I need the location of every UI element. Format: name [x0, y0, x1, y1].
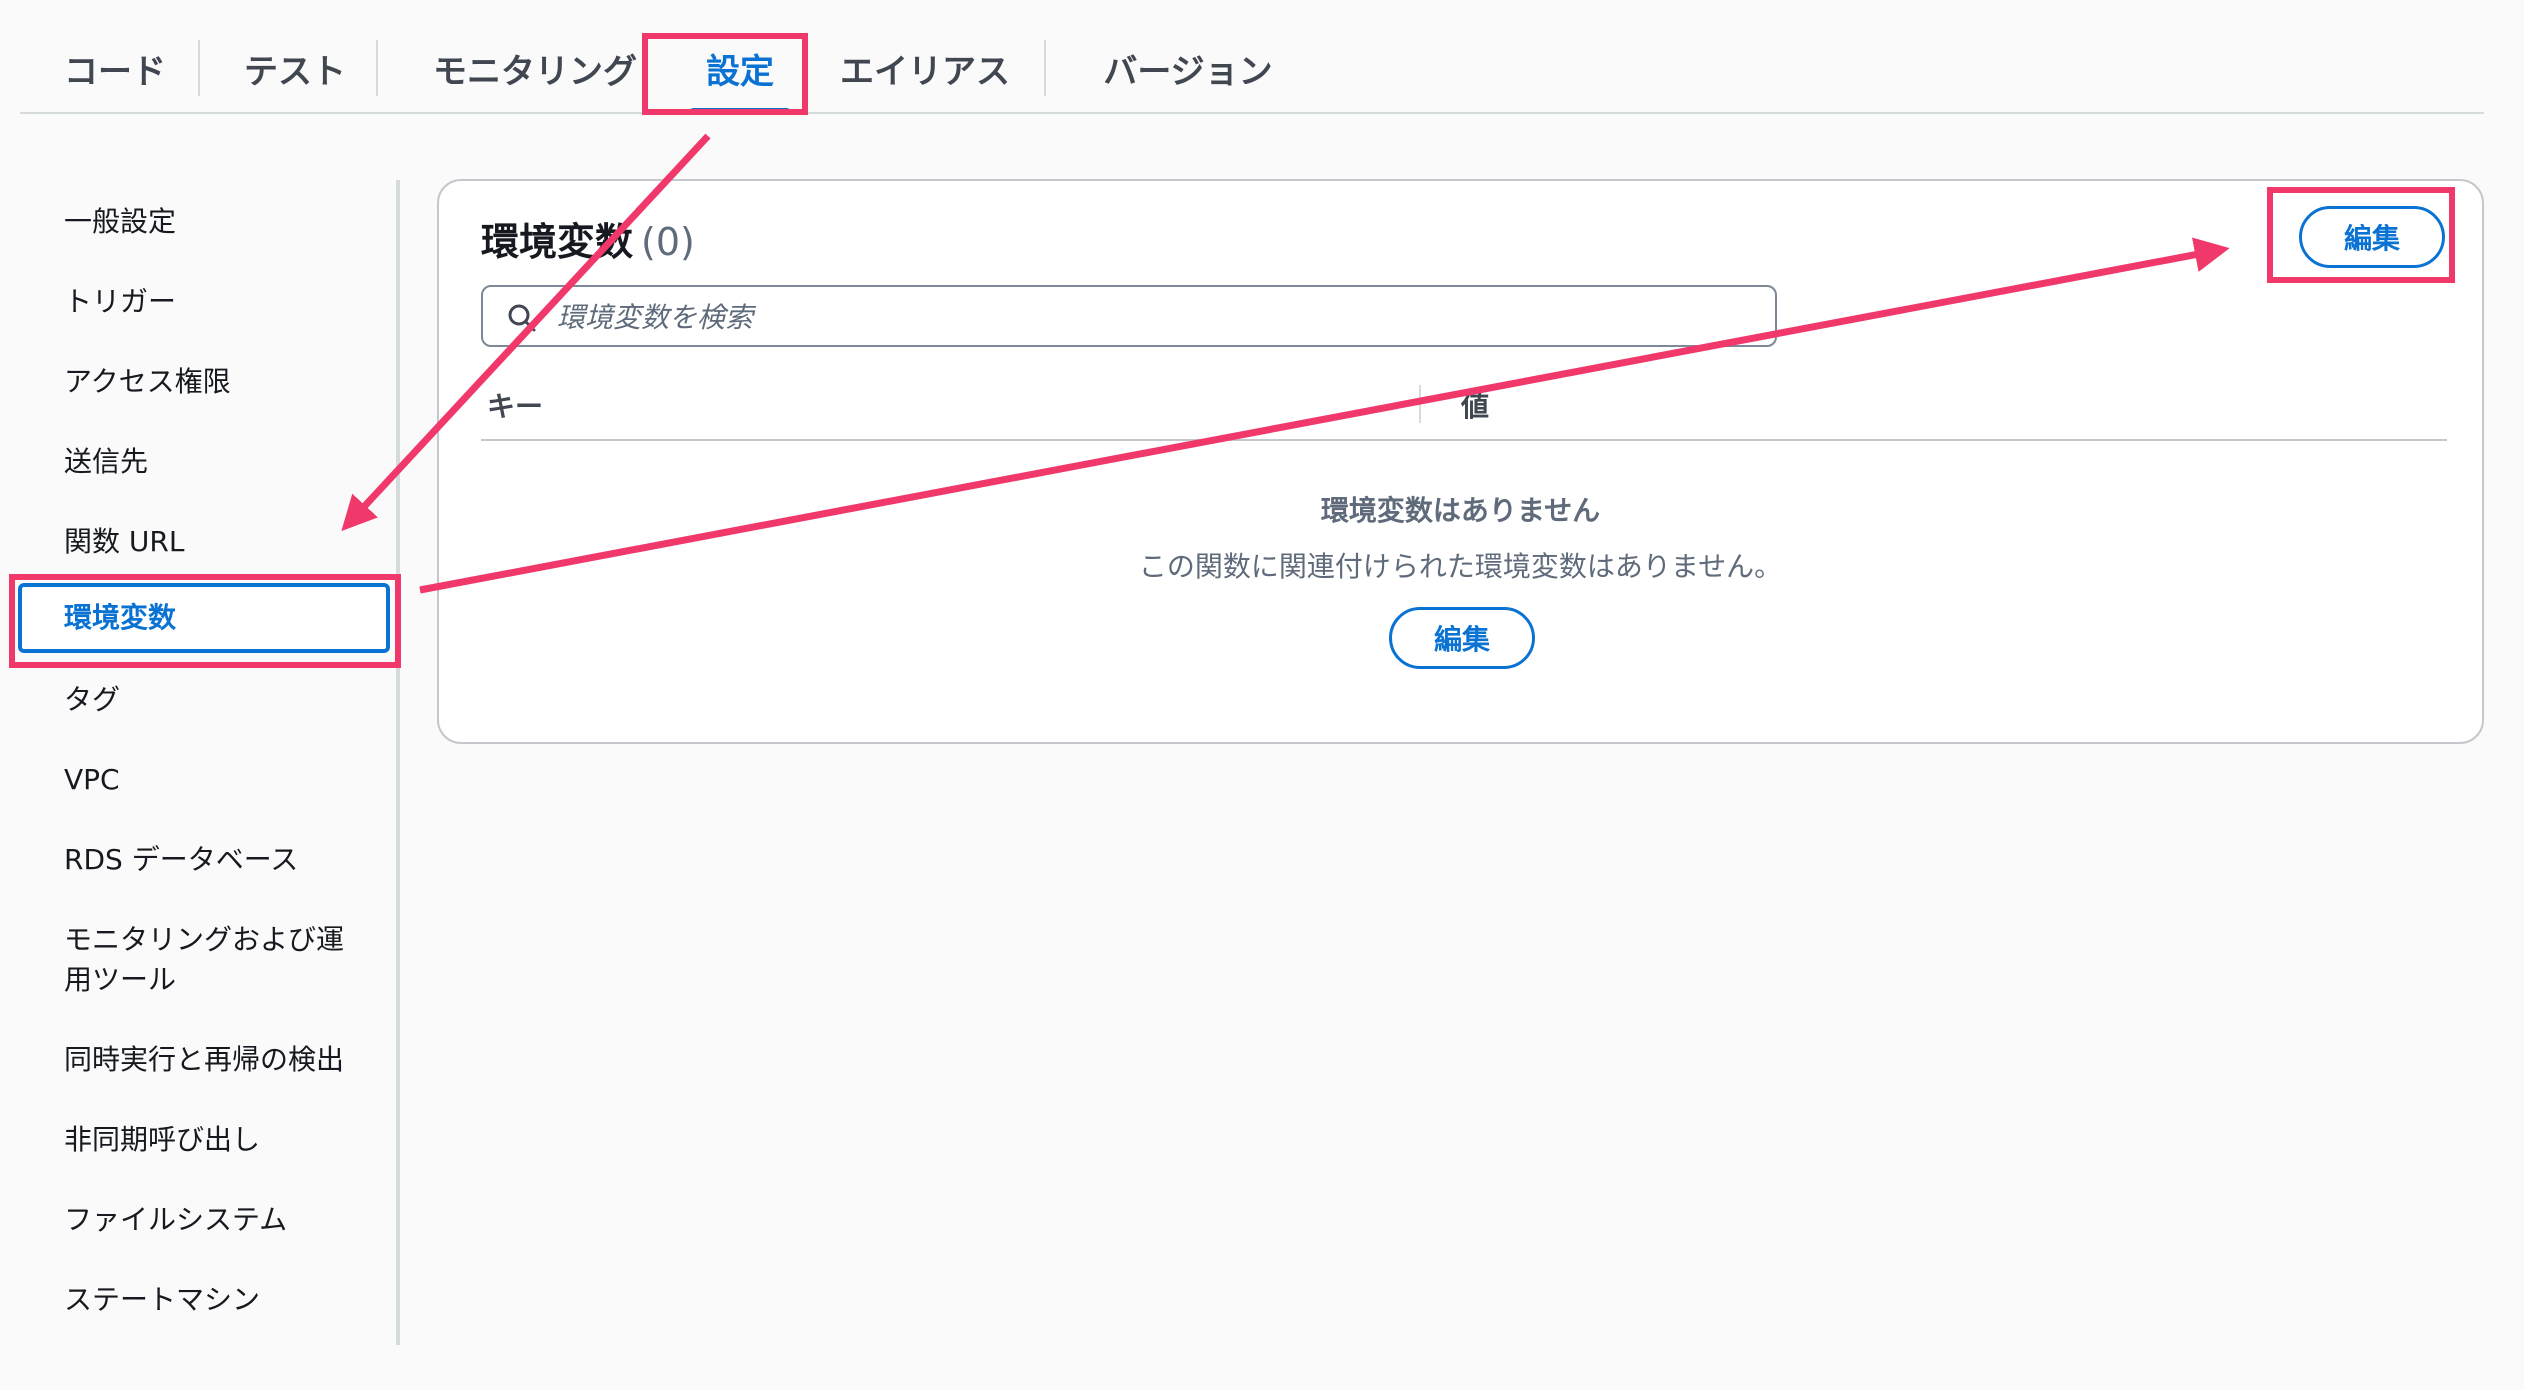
tab-bar: コード テスト モニタリング 設定 エイリアス バージョン	[20, 24, 2484, 114]
tab-label: エイリアス	[840, 51, 1010, 92]
sidebar-item-concurrency[interactable]: 同時実行と再帰の検出	[64, 1040, 384, 1080]
table-header: キー 値	[481, 371, 2447, 441]
variable-count: (0)	[641, 220, 695, 264]
sidebar-item-file-system[interactable]: ファイルシステム	[64, 1200, 384, 1240]
sidebar-item-async-invocation[interactable]: 非同期呼び出し	[64, 1120, 384, 1160]
empty-state-edit-button[interactable]: 編集	[1389, 607, 1535, 669]
settings-sidebar: 一般設定 トリガー アクセス権限 送信先 関数 URL 環境変数 タグ VPC …	[0, 180, 400, 1345]
environment-variables-panel: 環境変数(0) 編集 キー 値 環境変数はありません この関数に関連付けられた環…	[437, 179, 2484, 744]
sidebar-item-vpc[interactable]: VPC	[64, 760, 384, 800]
column-header-value[interactable]: 値	[1461, 385, 1489, 425]
column-divider[interactable]	[1419, 385, 1421, 423]
column-header-key[interactable]: キー	[487, 385, 543, 425]
tab-label: 設定	[706, 51, 774, 92]
tab-code[interactable]: コード	[50, 24, 180, 112]
empty-state-title: 環境変数はありません	[1320, 494, 1601, 527]
sidebar-item-permissions[interactable]: アクセス権限	[64, 362, 384, 402]
sidebar-item-triggers[interactable]: トリガー	[64, 282, 384, 322]
tab-separator	[198, 40, 200, 96]
sidebar-item-function-url[interactable]: 関数 URL	[64, 522, 384, 562]
tab-label: モニタリング	[433, 51, 637, 92]
search-input[interactable]	[555, 295, 1759, 339]
sidebar-item-rds-databases[interactable]: RDS データベース	[64, 840, 384, 880]
tab-monitoring[interactable]: モニタリング	[410, 24, 660, 112]
edit-button[interactable]: 編集	[2299, 206, 2445, 268]
tab-separator	[376, 40, 378, 96]
sidebar-item-general[interactable]: 一般設定	[64, 202, 384, 242]
tab-label: テスト	[244, 51, 346, 92]
tab-versions[interactable]: バージョン	[1078, 24, 1298, 112]
tab-label: バージョン	[1103, 51, 1273, 92]
sidebar-item-environment-variables[interactable]: 環境変数	[18, 583, 390, 653]
empty-state-description: この関数に関連付けられた環境変数はありません。	[1138, 550, 1783, 583]
panel-header: 環境変数 (0)	[481, 211, 695, 266]
sidebar-item-state-machines[interactable]: ステートマシン	[64, 1280, 384, 1320]
panel-title: 環境変数	[481, 220, 634, 264]
tab-label: コード	[64, 51, 166, 92]
page: コード テスト モニタリング 設定 エイリアス バージョン 一般設定 トリガー …	[0, 0, 2524, 1390]
sidebar-item-monitoring-tools[interactable]: モニタリングおよび運用ツール	[64, 920, 364, 1000]
tab-settings[interactable]: 設定	[680, 24, 800, 114]
search-icon	[508, 304, 536, 332]
tab-aliases[interactable]: エイリアス	[830, 24, 1020, 112]
tab-separator	[1044, 40, 1046, 96]
search-field[interactable]	[481, 285, 1777, 347]
sidebar-item-destinations[interactable]: 送信先	[64, 442, 384, 482]
tab-test[interactable]: テスト	[230, 24, 360, 112]
sidebar-item-tags[interactable]: タグ	[64, 680, 384, 720]
